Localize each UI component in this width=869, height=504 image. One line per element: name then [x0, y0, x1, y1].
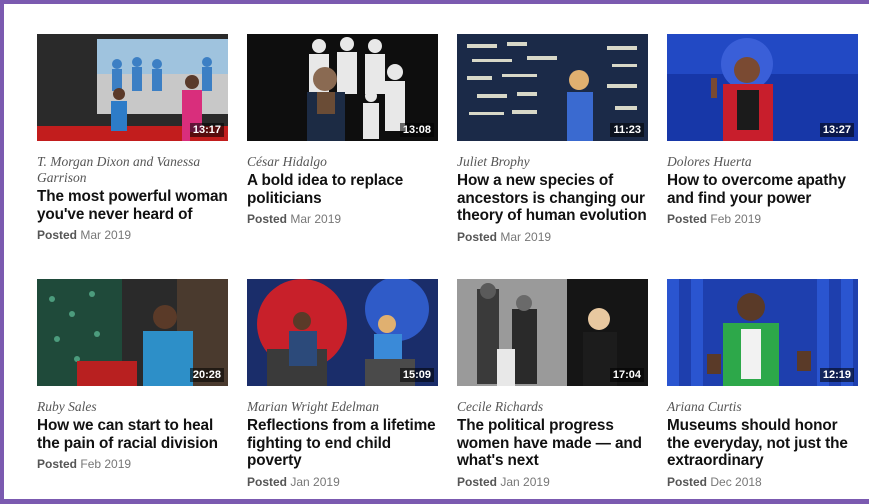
duration-badge: 11:23: [610, 123, 644, 137]
talk-card[interactable]: 13:27 Dolores Huerta How to overcome apa…: [667, 34, 858, 279]
talk-thumbnail[interactable]: 13:27: [667, 34, 858, 141]
talk-title[interactable]: A bold idea to replace politicians: [247, 172, 438, 207]
posted-date: Posted Mar 2019: [37, 228, 228, 242]
posted-label: Posted: [667, 212, 708, 226]
posted-date-value: Feb 2019: [710, 212, 762, 226]
talk-card[interactable]: 17:04 Cecile Richards The political prog…: [457, 279, 648, 499]
talk-thumbnail[interactable]: 20:28: [37, 279, 228, 386]
duration-badge: 15:09: [399, 368, 434, 382]
talk-title[interactable]: Reflections from a lifetime fighting to …: [247, 417, 438, 470]
posted-date: Posted Feb 2019: [667, 212, 858, 226]
posted-date-value: Mar 2019: [500, 229, 552, 244]
posted-date-value: Mar 2019: [80, 228, 132, 242]
posted-label: Posted: [457, 229, 498, 244]
talk-card[interactable]: 12:19 Ariana Curtis Museums should honor…: [667, 279, 858, 499]
posted-date: Posted Feb 2019: [37, 457, 228, 471]
posted-date: Posted Jan 2019: [247, 475, 438, 489]
speaker-name: Juliet Brophy: [457, 154, 530, 169]
talk-title[interactable]: How we can start to heal the pain of rac…: [37, 417, 228, 452]
talk-thumbnail[interactable]: 13:08: [247, 34, 438, 141]
speaker-name: Dolores Huerta: [667, 154, 752, 169]
talk-card[interactable]: 13:08 César Hidalgo A bold idea to repla…: [247, 34, 438, 279]
posted-date: Posted Dec 2018: [667, 475, 858, 489]
talk-thumbnail[interactable]: 15:09: [247, 279, 438, 386]
duration-badge: 13:27: [819, 123, 854, 137]
talk-thumbnail[interactable]: 11:23: [457, 34, 648, 141]
duration-badge: 13:08: [399, 123, 434, 137]
talk-title[interactable]: The political progress women have made —…: [457, 417, 648, 470]
talk-title[interactable]: How a new species of ancestors is changi…: [457, 172, 648, 225]
talk-thumbnail[interactable]: 13:17: [37, 34, 228, 141]
speaker-name: César Hidalgo: [247, 154, 327, 169]
posted-label: Posted: [457, 474, 498, 489]
talk-grid: 13:17 T. Morgan Dixon and Vanessa Garris…: [37, 34, 858, 499]
talk-card[interactable]: 11:23 Juliet Brophy How a new species of…: [457, 34, 648, 279]
talk-card[interactable]: 13:17 T. Morgan Dixon and Vanessa Garris…: [37, 34, 228, 279]
speaker-name: Cecile Richards: [457, 399, 544, 414]
speaker-name: Ariana Curtis: [667, 399, 742, 414]
talk-title[interactable]: How to overcome apathy and find your pow…: [667, 172, 858, 207]
posted-label: Posted: [667, 474, 708, 489]
posted-date-value: Jan 2019: [500, 474, 550, 489]
speaker-name: Ruby Sales: [37, 399, 97, 414]
posted-date: Posted Mar 2019: [247, 212, 438, 226]
duration-badge: 12:19: [819, 368, 854, 382]
page-frame: 13:17 T. Morgan Dixon and Vanessa Garris…: [0, 0, 869, 504]
posted-date: Posted Jan 2019: [457, 475, 648, 489]
posted-date-value: Jan 2019: [290, 474, 340, 489]
talk-card[interactable]: 20:28 Ruby Sales How we can start to hea…: [37, 279, 228, 499]
posted-label: Posted: [247, 212, 288, 226]
posted-label: Posted: [37, 228, 78, 242]
duration-badge: 17:04: [609, 368, 644, 382]
talk-title[interactable]: The most powerful woman you've never hea…: [37, 188, 228, 223]
posted-date: Posted Mar 2019: [457, 230, 648, 244]
posted-date-value: Feb 2019: [80, 457, 132, 471]
talk-thumbnail[interactable]: 17:04: [457, 279, 648, 386]
speaker-name: T. Morgan Dixon and Vanessa Garrison: [37, 154, 201, 185]
talk-thumbnail[interactable]: 12:19: [667, 279, 858, 386]
talk-card[interactable]: 15:09 Marian Wright Edelman Reflections …: [247, 279, 438, 499]
posted-label: Posted: [247, 474, 288, 489]
talk-title[interactable]: Museums should honor the everyday, not j…: [667, 417, 858, 470]
posted-date-value: Mar 2019: [290, 212, 342, 226]
speaker-name: Marian Wright Edelman: [247, 399, 379, 414]
posted-date-value: Dec 2018: [710, 474, 762, 489]
posted-label: Posted: [37, 457, 78, 471]
duration-badge: 13:17: [189, 123, 224, 137]
duration-badge: 20:28: [189, 368, 224, 382]
